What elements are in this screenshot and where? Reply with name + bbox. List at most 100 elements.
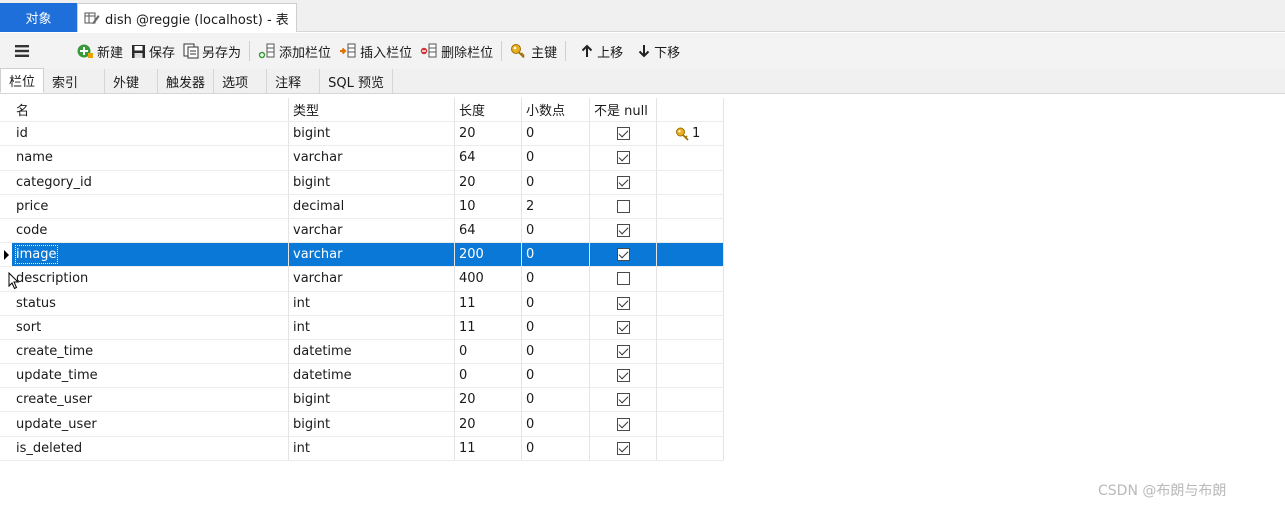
cell-not-null[interactable] bbox=[590, 243, 657, 268]
insert-column-button[interactable]: 插入栏位 bbox=[335, 37, 416, 65]
cell-type[interactable]: bigint bbox=[289, 388, 455, 413]
move-up-button[interactable]: 上移 bbox=[576, 37, 627, 65]
table-row[interactable]: create_time datetime 0 0 bbox=[0, 339, 724, 365]
cell-length[interactable]: 20 bbox=[455, 122, 522, 147]
cell-type[interactable]: int bbox=[289, 315, 455, 340]
cell-decimals[interactable]: 0 bbox=[522, 364, 590, 389]
not-null-checkbox[interactable] bbox=[616, 272, 630, 286]
cell-type[interactable]: datetime bbox=[289, 364, 455, 389]
cell-name[interactable]: status bbox=[12, 291, 289, 316]
row-indicator[interactable] bbox=[0, 316, 12, 340]
cell-name[interactable]: description bbox=[12, 267, 289, 292]
tab-options[interactable]: 选项 bbox=[214, 69, 268, 93]
not-null-checkbox[interactable] bbox=[616, 417, 630, 431]
cell-key[interactable] bbox=[657, 436, 724, 461]
not-null-checkbox[interactable] bbox=[616, 199, 630, 213]
table-row[interactable]: category_id bigint 20 0 bbox=[0, 170, 724, 195]
cell-not-null[interactable] bbox=[590, 218, 657, 244]
header-length[interactable]: 长度 bbox=[455, 98, 522, 123]
row-indicator[interactable] bbox=[0, 292, 12, 316]
cell-decimals[interactable]: 0 bbox=[522, 146, 590, 171]
row-indicator[interactable] bbox=[0, 171, 12, 195]
tab-comment[interactable]: 注释 bbox=[267, 69, 321, 93]
delete-column-button[interactable]: 删除栏位 bbox=[416, 37, 497, 65]
cell-key[interactable] bbox=[657, 194, 724, 219]
row-indicator[interactable] bbox=[0, 437, 12, 461]
not-null-checkbox[interactable] bbox=[616, 441, 630, 455]
not-null-checkbox[interactable] bbox=[616, 344, 630, 358]
cell-name[interactable]: sort bbox=[12, 315, 289, 340]
cell-length[interactable]: 10 bbox=[455, 194, 522, 219]
cell-type[interactable]: datetime bbox=[289, 339, 455, 365]
cell-name[interactable]: is_deleted bbox=[12, 436, 289, 461]
cell-type[interactable]: varchar bbox=[289, 267, 455, 292]
cell-name[interactable]: id bbox=[12, 122, 289, 147]
cell-decimals[interactable]: 0 bbox=[522, 315, 590, 340]
table-row[interactable]: update_time datetime 0 0 bbox=[0, 364, 724, 389]
new-button[interactable]: 新建 bbox=[72, 37, 127, 65]
tab-foreign-keys[interactable]: 外键 bbox=[105, 69, 159, 93]
cell-name[interactable]: code bbox=[12, 218, 289, 244]
cell-name[interactable]: name bbox=[12, 146, 289, 171]
row-indicator[interactable] bbox=[0, 146, 12, 171]
not-null-checkbox[interactable] bbox=[616, 320, 630, 334]
table-row[interactable]: create_user bigint 20 0 bbox=[0, 388, 724, 413]
tab-fields[interactable]: 栏位 bbox=[0, 68, 45, 93]
not-null-checkbox[interactable] bbox=[616, 127, 630, 141]
table-row[interactable]: id bigint 20 0 1 bbox=[0, 122, 724, 147]
cell-not-null[interactable] bbox=[590, 315, 657, 340]
not-null-checkbox[interactable] bbox=[616, 175, 630, 189]
cell-key[interactable] bbox=[657, 243, 724, 268]
tab-indexes[interactable]: 索引 bbox=[44, 69, 106, 93]
header-type[interactable]: 类型 bbox=[289, 98, 455, 123]
cell-not-null[interactable] bbox=[590, 388, 657, 413]
add-column-button[interactable]: 添加栏位 bbox=[254, 37, 335, 65]
cell-decimals[interactable]: 0 bbox=[522, 218, 590, 244]
save-button[interactable]: 保存 bbox=[127, 37, 179, 65]
row-indicator[interactable] bbox=[0, 340, 12, 365]
header-name[interactable]: 名 bbox=[12, 98, 289, 123]
not-null-checkbox[interactable] bbox=[616, 151, 630, 165]
cell-key[interactable] bbox=[657, 291, 724, 316]
cell-type[interactable]: bigint bbox=[289, 412, 455, 437]
cell-length[interactable]: 0 bbox=[455, 339, 522, 365]
move-down-button[interactable]: 下移 bbox=[633, 37, 684, 65]
tab-objects[interactable]: 对象 bbox=[0, 3, 77, 32]
cell-decimals[interactable]: 0 bbox=[522, 412, 590, 437]
cell-key[interactable] bbox=[657, 170, 724, 195]
cell-key[interactable] bbox=[657, 267, 724, 292]
cell-type[interactable]: varchar bbox=[289, 146, 455, 171]
cell-decimals[interactable]: 0 bbox=[522, 122, 590, 147]
cell-key[interactable] bbox=[657, 146, 724, 171]
row-indicator[interactable] bbox=[0, 412, 12, 437]
cell-key[interactable] bbox=[657, 412, 724, 437]
not-null-checkbox[interactable] bbox=[616, 369, 630, 383]
cell-type[interactable]: varchar bbox=[289, 243, 455, 268]
cell-length[interactable]: 11 bbox=[455, 436, 522, 461]
cell-not-null[interactable] bbox=[590, 194, 657, 219]
row-indicator[interactable] bbox=[0, 388, 12, 413]
table-row[interactable]: is_deleted int 11 0 bbox=[0, 436, 724, 461]
header-not-null[interactable]: 不是 null bbox=[590, 98, 657, 123]
tab-document[interactable]: dish @reggie (localhost) - 表 bbox=[77, 3, 297, 32]
cell-not-null[interactable] bbox=[590, 412, 657, 437]
cell-length[interactable]: 64 bbox=[455, 146, 522, 171]
cell-key[interactable] bbox=[657, 218, 724, 244]
cell-key[interactable] bbox=[657, 315, 724, 340]
cell-key[interactable] bbox=[657, 339, 724, 365]
cell-not-null[interactable] bbox=[590, 291, 657, 316]
cell-name[interactable]: create_user bbox=[12, 388, 289, 413]
cell-decimals[interactable]: 0 bbox=[522, 388, 590, 413]
table-row[interactable]: name varchar 64 0 bbox=[0, 146, 724, 171]
cell-key[interactable] bbox=[657, 388, 724, 413]
cell-length[interactable]: 20 bbox=[455, 388, 522, 413]
menu-button[interactable] bbox=[10, 37, 34, 65]
tab-triggers[interactable]: 触发器 bbox=[158, 69, 215, 93]
cell-decimals[interactable]: 0 bbox=[522, 170, 590, 195]
cell-key[interactable]: 1 bbox=[657, 122, 724, 147]
cell-not-null[interactable] bbox=[590, 122, 657, 147]
table-row[interactable]: status int 11 0 bbox=[0, 291, 724, 316]
not-null-checkbox[interactable] bbox=[616, 224, 630, 238]
cell-length[interactable]: 400 bbox=[455, 267, 522, 292]
row-indicator[interactable] bbox=[0, 364, 12, 389]
